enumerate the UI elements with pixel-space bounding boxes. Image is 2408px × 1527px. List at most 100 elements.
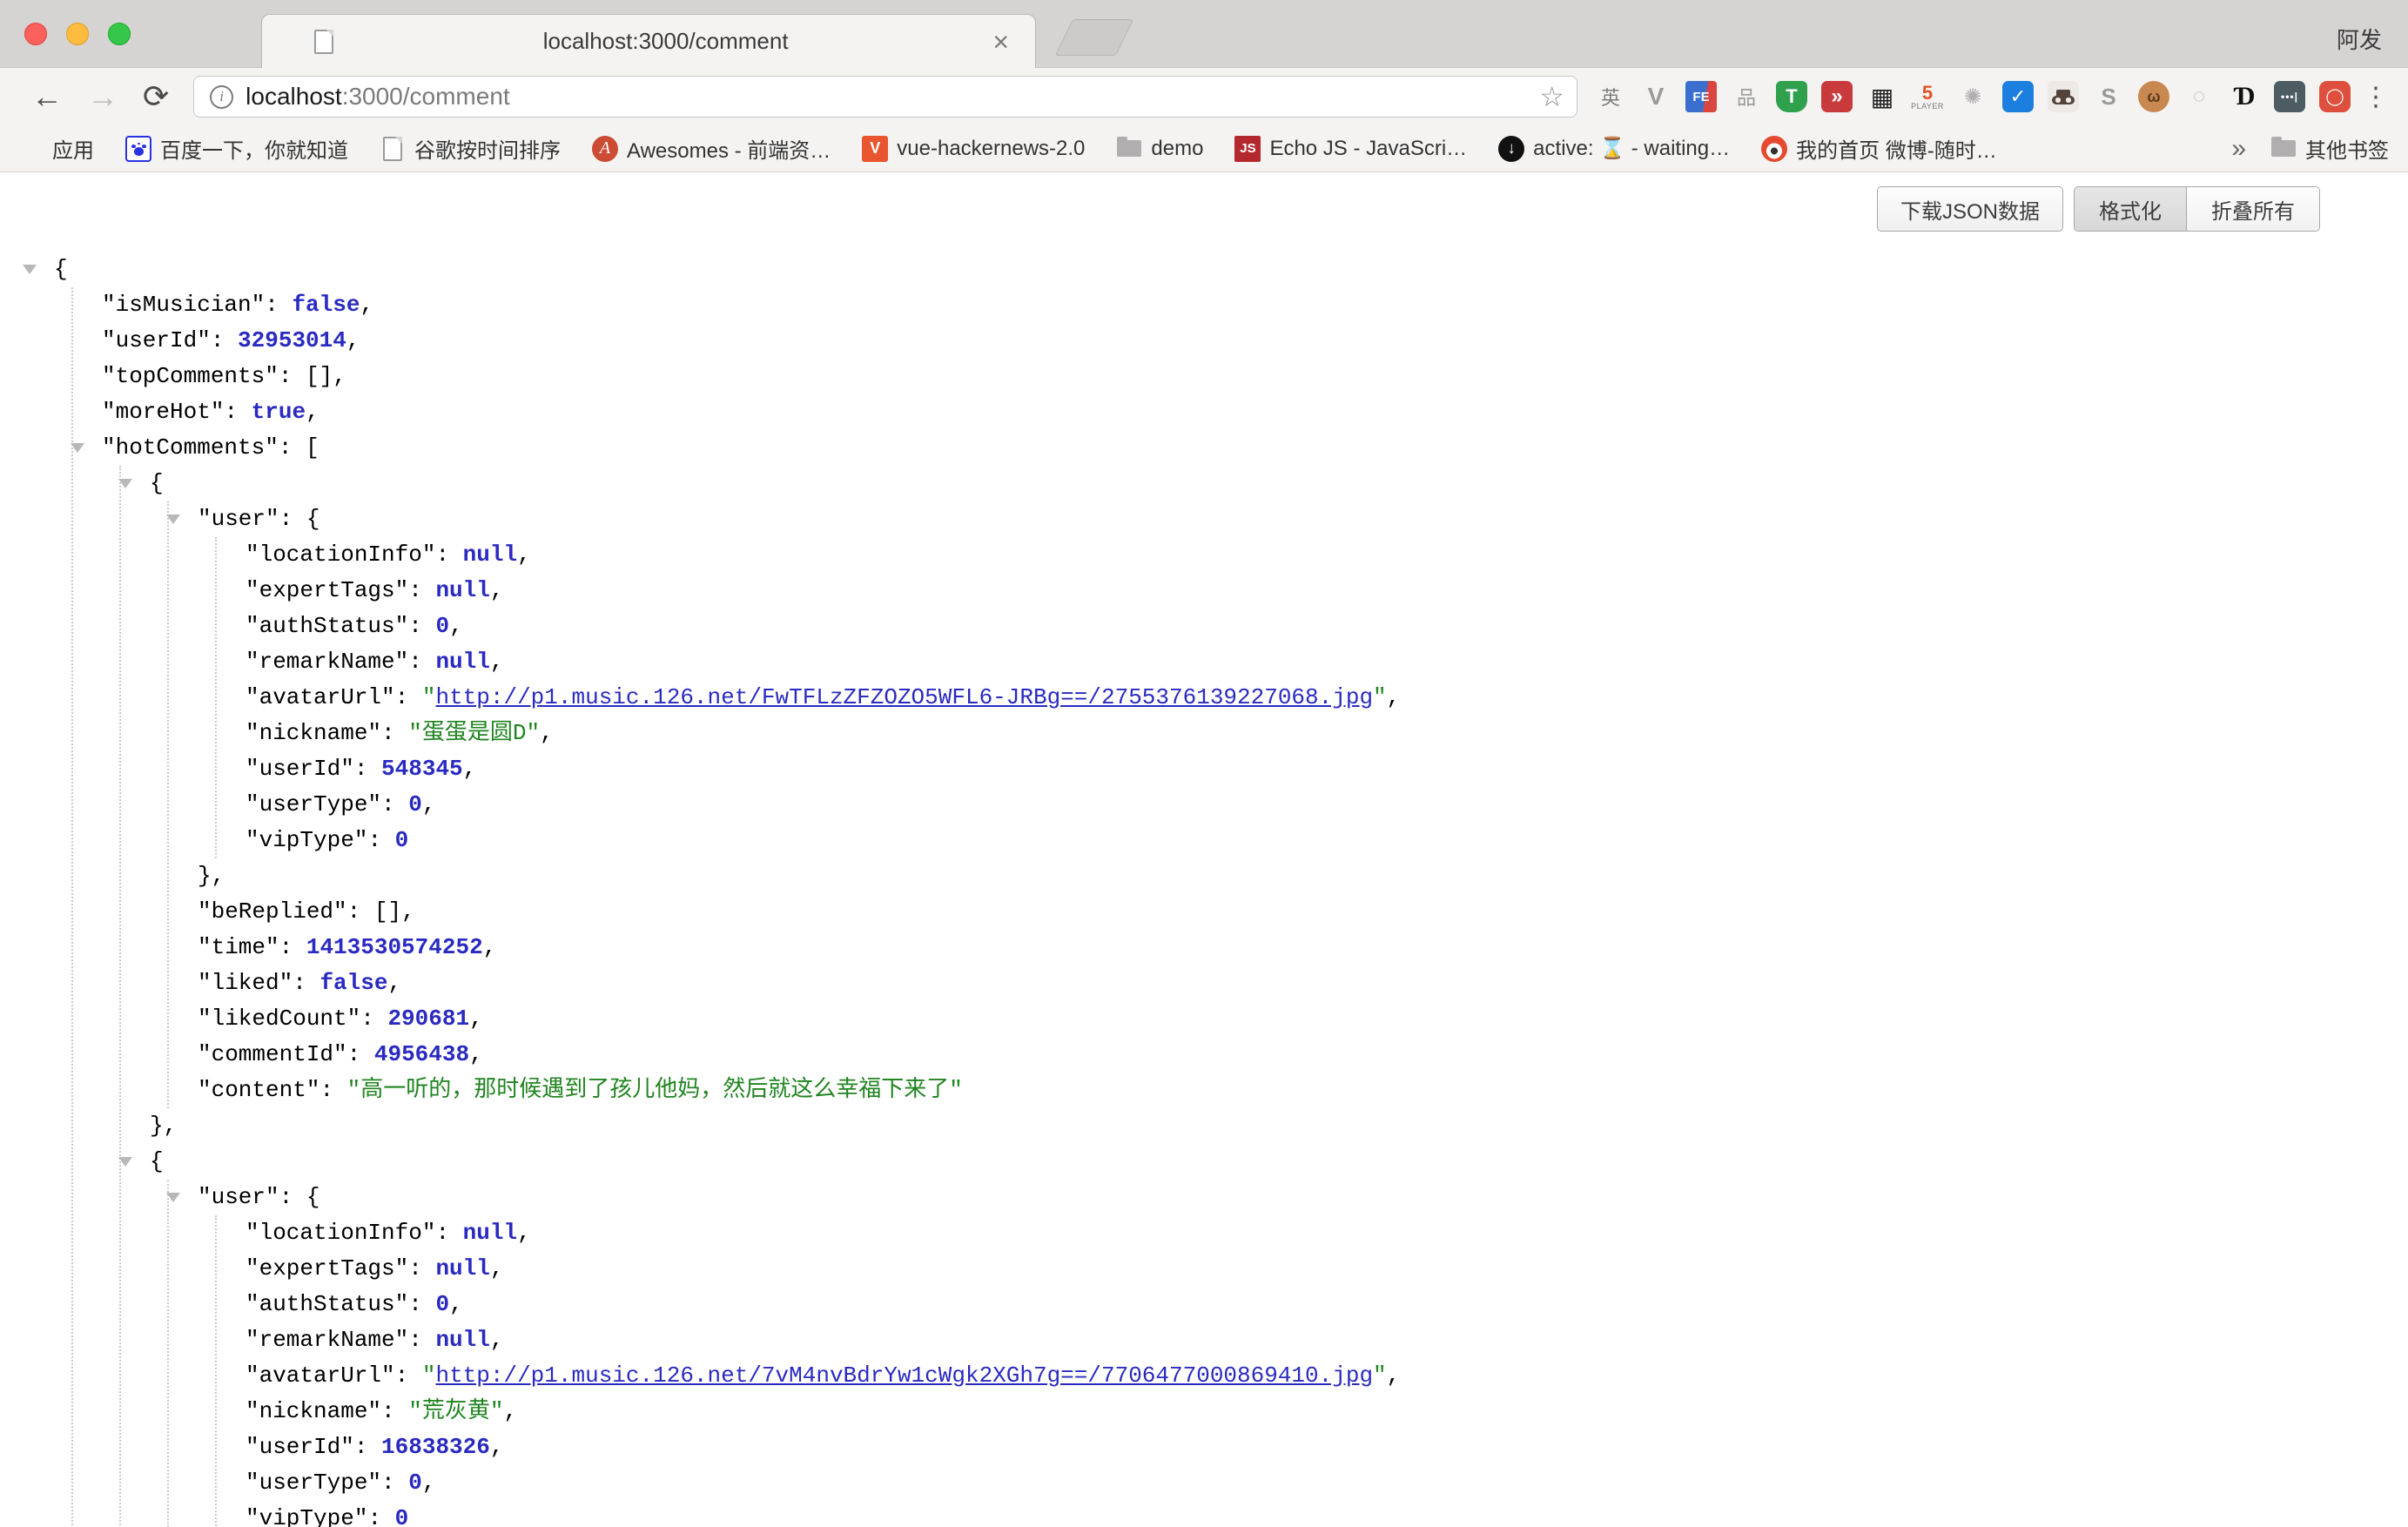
tab-favicon-icon (314, 30, 333, 54)
s-icon: S (2101, 84, 2115, 111)
json-key: "userId" (246, 1434, 354, 1460)
browser-menu-icon[interactable]: ⋮ (2363, 82, 2389, 112)
json-line: "nickname": "蛋蛋是圆D", (246, 716, 1400, 751)
json-key: "likedCount" (198, 1006, 360, 1032)
bookmark-vue-hackernews[interactable]: Vvue-hackernews-2.0 (862, 136, 1085, 162)
json-punct: , (490, 577, 504, 603)
json-value: 290681 (387, 1006, 469, 1032)
json-value: false (292, 292, 360, 318)
maximize-window-button[interactable] (108, 23, 131, 45)
mask-icon[interactable] (2048, 81, 2079, 112)
address-bar[interactable]: i localhost :3000/comment ☆ (193, 76, 1577, 118)
bookmark-google-sort[interactable]: 谷歌按时间排序 (380, 133, 561, 164)
dots-pipe-icon[interactable]: •••| (2274, 81, 2305, 112)
weibo-ext-icon[interactable]: ◌ (2183, 81, 2215, 112)
json-punct: : (279, 934, 306, 960)
shield-t-icon[interactable]: T (1776, 81, 1807, 112)
json-line: }, (150, 1108, 1400, 1144)
download-json-button[interactable]: 下载JSON数据 (1877, 186, 2063, 232)
json-punct: : (408, 649, 435, 675)
shield-t-icon: T (1786, 85, 1797, 108)
json-children-group: "user": {"locationInfo": null,"expertTag… (167, 501, 1400, 1108)
avatar-url-link[interactable]: http://p1.music.126.net/FwTFLzZFZOZO5WFL… (435, 684, 1373, 710)
minimize-window-button[interactable] (66, 23, 89, 45)
vimium-icon[interactable]: V (1640, 81, 1671, 112)
vimium-icon: V (1648, 83, 1665, 111)
bookmark-apps[interactable]: 应用 (19, 133, 94, 164)
json-punct: , (422, 1470, 436, 1496)
sitemap-icon[interactable]: 品 (1731, 81, 1762, 112)
bookmarks-overflow-icon[interactable]: » (2231, 134, 2246, 164)
site-info-icon[interactable]: i (210, 85, 233, 109)
json-value: 548345 (381, 756, 463, 782)
json-punct: { (306, 506, 320, 532)
back-icon[interactable]: ← (31, 81, 63, 112)
format-button[interactable]: 格式化 (2075, 187, 2187, 231)
json-punct: : (395, 684, 422, 710)
extensions-row: 英V FE 品 T » ▦ 5PLAYER ✺ ✓ Sω ◌ Ɗ •••| ◯ (1595, 81, 2351, 112)
collapse-all-button[interactable]: 折叠所有 (2187, 187, 2319, 231)
tab-close-icon[interactable]: × (992, 28, 1009, 56)
json-punct: : (395, 1362, 422, 1389)
json-line: { (54, 252, 1400, 287)
reload-icon[interactable]: ⟳ (143, 81, 169, 112)
json-punct: { (150, 470, 164, 496)
avatar-url-link[interactable]: http://p1.music.126.net/7vM4nvBdrYw1cWgk… (435, 1362, 1373, 1389)
browser-tab[interactable]: localhost:3000/comment × (261, 14, 1036, 68)
json-key: "nickname" (246, 720, 381, 746)
json-children-group: "user": {"locationInfo": null,"expertTag… (167, 1180, 1400, 1527)
window-titlebar: localhost:3000/comment × 阿发 (0, 0, 2408, 68)
json-value: null (435, 1327, 489, 1353)
bookmark-echojs[interactable]: JSEcho JS - JavaScri… (1234, 136, 1467, 162)
json-punct: : (435, 1220, 462, 1246)
html5-player-icon[interactable]: 5PLAYER (1912, 81, 1943, 112)
json-punct: : (408, 577, 435, 603)
translate-icon[interactable]: 英 (1595, 81, 1626, 112)
bookmark-label: 谷歌按时间排序 (414, 133, 561, 164)
monkey-icon[interactable]: ω (2138, 81, 2169, 112)
json-line: "liked": false, (198, 965, 1400, 1001)
json-key: "authStatus" (246, 613, 408, 639)
blue-check-icon[interactable]: ✓ (2002, 81, 2034, 112)
json-punct: , (469, 1006, 483, 1032)
fast-forward-icon[interactable]: » (1821, 81, 1853, 112)
bookmark-baidu[interactable]: 百度一下，你就知道 (125, 133, 348, 164)
red-o-icon[interactable]: ◯ (2319, 81, 2351, 112)
json-key: "user" (198, 1184, 279, 1210)
other-bookmarks-folder[interactable]: 其他书签 (2270, 133, 2389, 164)
json-punct: { (306, 1184, 320, 1210)
json-value: 0 (395, 827, 409, 853)
dots-pipe-icon: •••| (2281, 91, 2298, 103)
collapse-toggle-icon[interactable] (23, 265, 37, 281)
d-icon[interactable]: Ɗ (2229, 81, 2260, 112)
json-line: "moreHot": true, (102, 394, 1400, 430)
collapse-toggle-icon[interactable] (71, 443, 84, 460)
new-tab-button[interactable] (1055, 19, 1133, 56)
json-line: "nickname": "荒灰黄", (246, 1394, 1400, 1429)
json-punct: : (319, 1077, 346, 1103)
json-value: null (435, 577, 489, 603)
paw-icon[interactable]: ✺ (1957, 81, 1988, 112)
json-punct: , (490, 649, 504, 675)
qrcode-icon[interactable]: ▦ (1867, 81, 1898, 112)
bookmark-awesomes[interactable]: AAwesomes - 前端资… (592, 133, 831, 164)
collapse-toggle-icon[interactable] (118, 1157, 132, 1174)
json-punct: : (408, 1255, 435, 1281)
bookmark-star-icon[interactable]: ☆ (1539, 80, 1564, 113)
json-line: "content": "高一听的，那时候遇到了孩儿他妈，然后就这么幸福下来了" (198, 1073, 1400, 1108)
profile-name[interactable]: 阿发 (2337, 23, 2382, 55)
bookmark-active[interactable]: ↓active: ⌛ - waiting… (1498, 136, 1730, 162)
bookmark-label: demo (1151, 137, 1203, 161)
fe-icon[interactable]: FE (1685, 81, 1717, 112)
json-line: "isMusician": false, (102, 287, 1400, 323)
s-icon[interactable]: S (2093, 81, 2124, 112)
bookmark-demo-icon (1116, 136, 1142, 162)
forward-icon[interactable]: → (87, 81, 118, 112)
bookmark-demo[interactable]: demo (1116, 136, 1203, 162)
collapse-toggle-icon[interactable] (166, 515, 180, 531)
bookmark-weibo[interactable]: 我的首页 微博-随时… (1761, 133, 1997, 164)
collapse-toggle-icon[interactable] (118, 479, 132, 495)
collapse-toggle-icon[interactable] (166, 1193, 180, 1209)
close-window-button[interactable] (24, 23, 47, 45)
json-line: "locationInfo": null, (246, 1215, 1400, 1251)
